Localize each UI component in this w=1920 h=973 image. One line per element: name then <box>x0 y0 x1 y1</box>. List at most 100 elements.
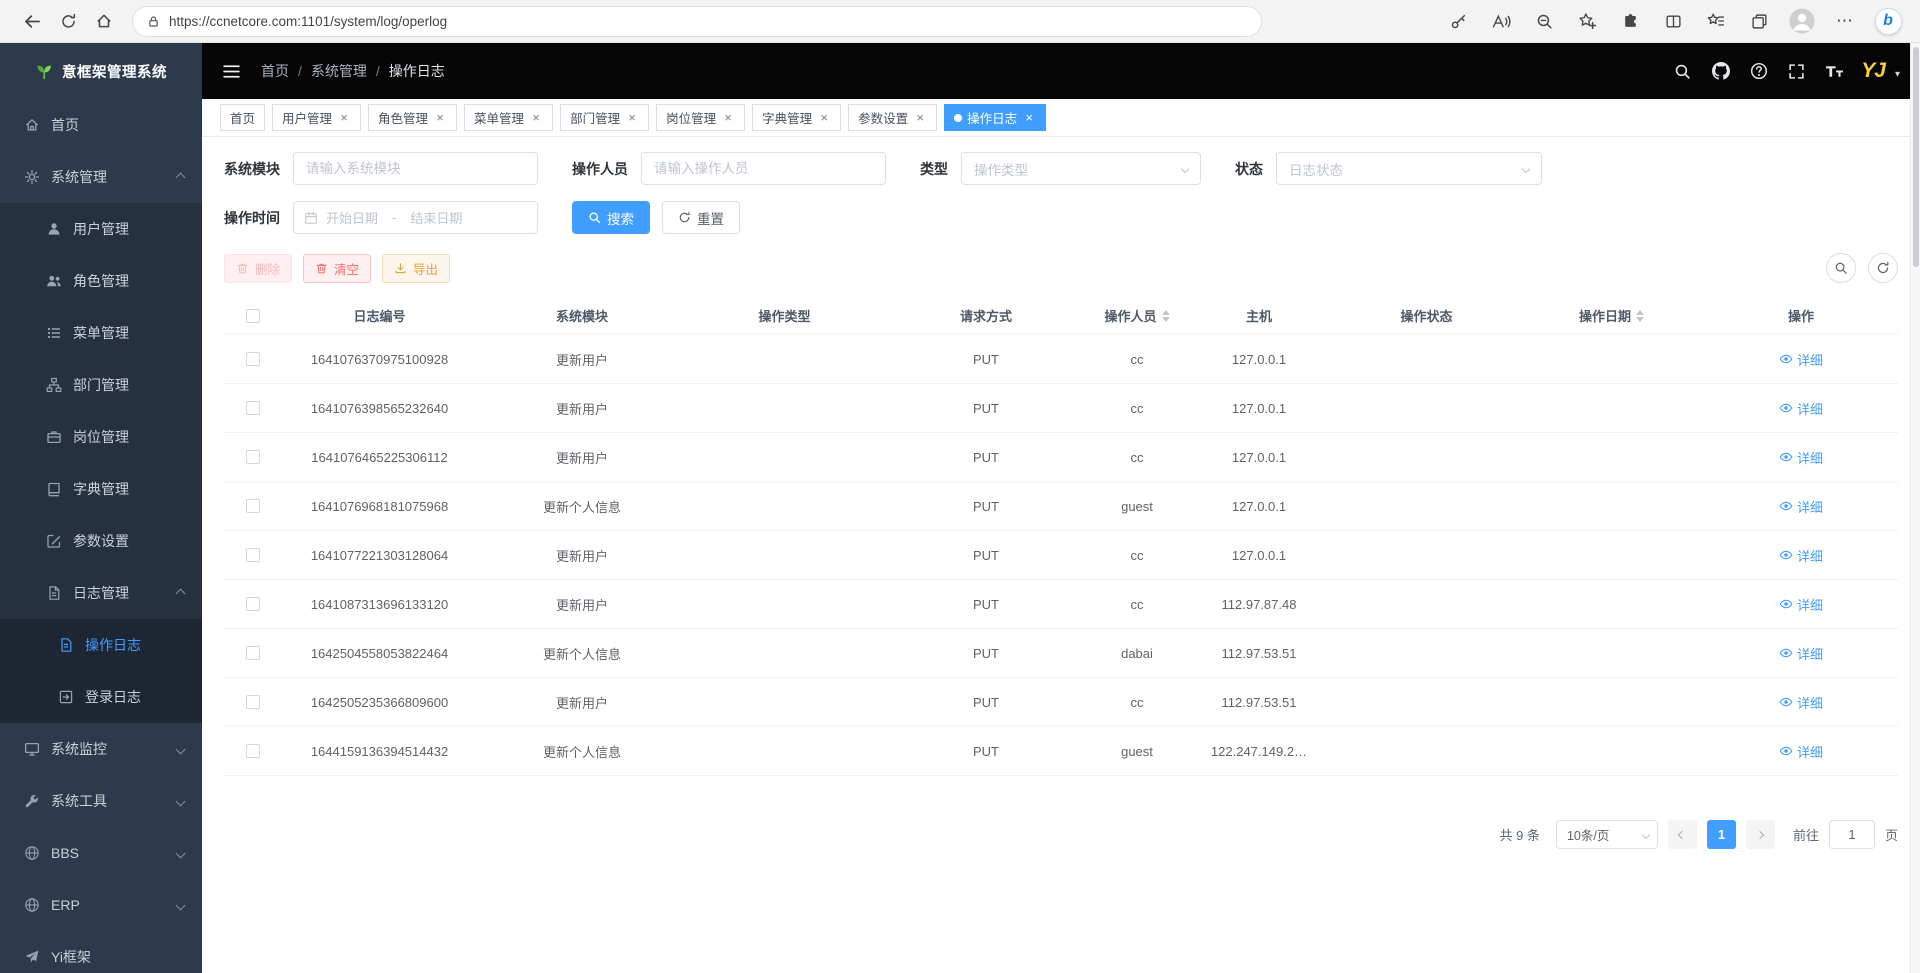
sidebar-item-dict-mgmt[interactable]: 字典管理 <box>0 463 202 515</box>
refresh-table-button[interactable] <box>1868 253 1898 283</box>
close-icon[interactable]: × <box>1022 111 1036 125</box>
sidebar-toggle-button[interactable] <box>222 63 241 80</box>
row-checkbox[interactable] <box>246 401 260 415</box>
reset-button[interactable]: 重置 <box>662 201 740 234</box>
sidebar-item-login-log[interactable]: 登录日志 <box>0 671 202 723</box>
col-operator[interactable]: 操作人员 <box>1090 306 1184 325</box>
sidebar-item-bbs[interactable]: BBS <box>0 827 202 879</box>
row-checkbox[interactable] <box>246 352 260 366</box>
tab-dept-mgmt[interactable]: 部门管理× <box>560 104 649 131</box>
prev-page-button[interactable] <box>1668 820 1697 849</box>
close-icon[interactable]: × <box>721 111 735 125</box>
row-checkbox[interactable] <box>246 499 260 513</box>
export-button[interactable]: 导出 <box>382 254 450 283</box>
password-key-icon[interactable] <box>1440 4 1476 38</box>
user-logo[interactable]: YJ <box>1856 59 1890 83</box>
detail-link[interactable]: 详细 <box>1779 546 1823 565</box>
status-select[interactable]: 日志状态 <box>1276 152 1542 185</box>
favorites-icon[interactable] <box>1698 4 1734 38</box>
tab-user-mgmt[interactable]: 用户管理× <box>272 104 361 131</box>
sidebar-item-log-mgmt[interactable]: 日志管理 <box>0 567 202 619</box>
tab-dict-mgmt[interactable]: 字典管理× <box>752 104 841 131</box>
extensions-icon[interactable] <box>1612 4 1648 38</box>
close-icon[interactable]: × <box>913 111 927 125</box>
clear-button[interactable]: 清空 <box>303 254 371 283</box>
sidebar-item-oper-log[interactable]: 操作日志 <box>0 619 202 671</box>
next-page-button[interactable] <box>1746 820 1775 849</box>
breadcrumb-system-mgmt[interactable]: 系统管理 <box>311 61 367 81</box>
close-icon[interactable]: × <box>817 111 831 125</box>
row-checkbox[interactable] <box>246 695 260 709</box>
close-icon[interactable]: × <box>433 111 447 125</box>
delete-button[interactable]: 删除 <box>224 254 292 283</box>
address-bar[interactable]: https://ccnetcore.com:1101/system/log/op… <box>132 6 1262 37</box>
help-button[interactable] <box>1742 55 1775 88</box>
row-checkbox[interactable] <box>246 450 260 464</box>
browser-profile-avatar[interactable] <box>1784 4 1820 38</box>
sidebar-item-user-mgmt[interactable]: 用户管理 <box>0 203 202 255</box>
sidebar-item-system-mgmt[interactable]: 系统管理 <box>0 151 202 203</box>
sidebar-item-post-mgmt[interactable]: 岗位管理 <box>0 411 202 463</box>
sidebar-item-param-settings[interactable]: 参数设置 <box>0 515 202 567</box>
detail-link[interactable]: 详细 <box>1779 595 1823 614</box>
browser-back-button[interactable] <box>14 4 50 38</box>
page-1-button[interactable]: 1 <box>1707 820 1736 849</box>
col-oper-date[interactable]: 操作日期 <box>1519 306 1704 325</box>
copilot-bing-icon[interactable]: b <box>1870 4 1906 38</box>
scrollbar-thumb[interactable] <box>1913 47 1919 267</box>
sidebar-item-system-tools[interactable]: 系统工具 <box>0 775 202 827</box>
sidebar-item-dept-mgmt[interactable]: 部门管理 <box>0 359 202 411</box>
tab-oper-log[interactable]: 操作日志× <box>944 104 1046 131</box>
caret-down-icon[interactable]: ▾ <box>1895 69 1900 80</box>
sort-caret-icon[interactable] <box>1162 310 1170 322</box>
tab-param-settings[interactable]: 参数设置× <box>848 104 937 131</box>
add-favorite-icon[interactable] <box>1569 4 1605 38</box>
split-screen-icon[interactable] <box>1655 4 1691 38</box>
operator-input[interactable] <box>641 152 886 185</box>
detail-link[interactable]: 详细 <box>1779 399 1823 418</box>
sidebar-item-role-mgmt[interactable]: 角色管理 <box>0 255 202 307</box>
page-size-select[interactable]: 10条/页 <box>1556 820 1658 849</box>
row-checkbox[interactable] <box>246 744 260 758</box>
browser-refresh-button[interactable] <box>50 4 86 38</box>
github-button[interactable] <box>1704 55 1737 88</box>
detail-link[interactable]: 详细 <box>1779 742 1823 761</box>
tab-home[interactable]: 首页 <box>220 104 265 131</box>
tab-post-mgmt[interactable]: 岗位管理× <box>656 104 745 131</box>
close-icon[interactable]: × <box>337 111 351 125</box>
collections-icon[interactable] <box>1741 4 1777 38</box>
type-select[interactable]: 操作类型 <box>961 152 1201 185</box>
sidebar-item-erp[interactable]: ERP <box>0 879 202 931</box>
browser-menu-icon[interactable]: ⋯ <box>1827 4 1863 38</box>
select-all-checkbox[interactable] <box>246 309 260 323</box>
detail-link[interactable]: 详细 <box>1779 497 1823 516</box>
goto-page-input[interactable] <box>1829 820 1875 849</box>
search-button[interactable]: 搜索 <box>572 201 650 234</box>
toggle-search-button[interactable] <box>1826 253 1856 283</box>
font-size-button[interactable] <box>1818 55 1851 88</box>
sidebar-item-yi-framework[interactable]: Yi框架 <box>0 931 202 973</box>
browser-home-button[interactable] <box>86 4 122 38</box>
breadcrumb-home[interactable]: 首页 <box>261 61 289 81</box>
row-checkbox[interactable] <box>246 597 260 611</box>
detail-link[interactable]: 详细 <box>1779 350 1823 369</box>
sort-caret-icon[interactable] <box>1636 310 1644 322</box>
module-input[interactable] <box>293 152 538 185</box>
row-checkbox[interactable] <box>246 646 260 660</box>
tab-menu-mgmt[interactable]: 菜单管理× <box>464 104 553 131</box>
date-range-picker[interactable]: 开始日期 - 结束日期 <box>293 201 538 234</box>
sidebar-item-system-monitor[interactable]: 系统监控 <box>0 723 202 775</box>
fullscreen-button[interactable] <box>1780 55 1813 88</box>
read-aloud-icon[interactable] <box>1483 4 1519 38</box>
site-lock-icon[interactable] <box>147 15 160 28</box>
detail-link[interactable]: 详细 <box>1779 448 1823 467</box>
page-scrollbar[interactable] <box>1910 43 1920 973</box>
sidebar-item-home[interactable]: 首页 <box>0 99 202 151</box>
tab-role-mgmt[interactable]: 角色管理× <box>368 104 457 131</box>
close-icon[interactable]: × <box>625 111 639 125</box>
row-checkbox[interactable] <box>246 548 260 562</box>
detail-link[interactable]: 详细 <box>1779 644 1823 663</box>
sidebar-item-menu-mgmt[interactable]: 菜单管理 <box>0 307 202 359</box>
detail-link[interactable]: 详细 <box>1779 693 1823 712</box>
zoom-out-icon[interactable] <box>1526 4 1562 38</box>
